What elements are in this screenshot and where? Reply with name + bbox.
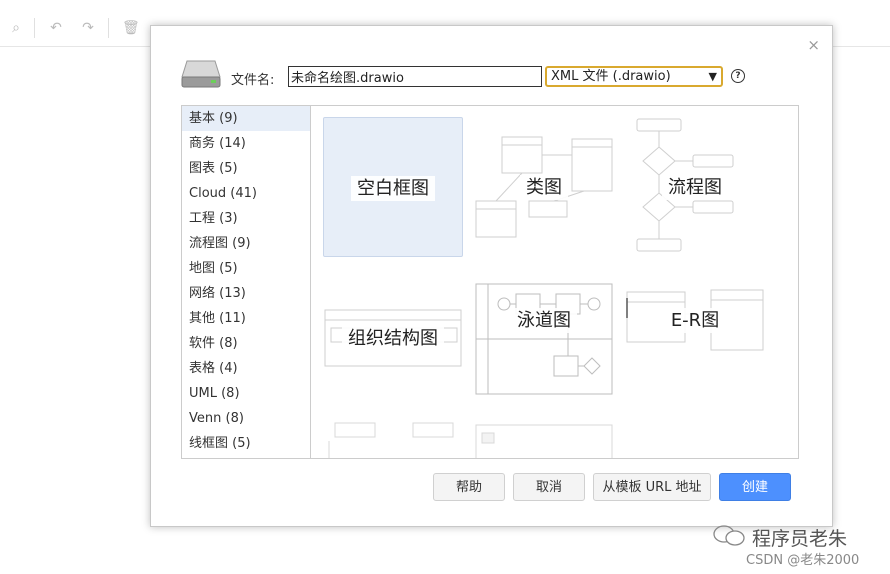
template-partial[interactable] [323,419,463,458]
help-icon[interactable]: ? [731,69,745,83]
cancel-button[interactable]: 取消 [513,473,585,501]
template-flowchart[interactable]: 流程图 [625,117,765,257]
filename-label: 文件名: [231,73,275,88]
template-label: 流程图 [662,175,728,200]
redo-icon[interactable]: ↷ [80,20,96,36]
category-list: 基本 (9) 商务 (14) 图表 (5) Cloud (41) 工程 (3) … [181,105,311,459]
create-button[interactable]: 创建 [719,473,791,501]
category-item[interactable]: 表格 (4) [182,356,311,381]
category-item[interactable]: 软件 (8) [182,331,311,356]
er-diagram-thumbnail [626,289,764,351]
category-item[interactable]: 网络 (13) [182,281,311,306]
watermark-credit: CSDN @老朱2000 [746,553,860,568]
template-partial[interactable] [474,419,614,458]
category-item[interactable]: Cloud (41) [182,181,311,206]
template-thumbnail-partial [328,422,454,458]
search-icon[interactable]: ⌕ [8,20,24,36]
toolbar-divider [108,18,109,38]
template-gallery: 空白框图 类图 流程图 组织结构图 泳道图 E-R图 [310,105,799,459]
help-button[interactable]: 帮助 [433,473,505,501]
category-item[interactable]: Venn (8) [182,406,311,431]
toolbar-divider [34,18,35,38]
category-item[interactable]: 线框图 (5) [182,431,311,456]
new-diagram-dialog: × 文件名: 未命名绘图.drawio XML 文件 (.drawio) ▼ ?… [150,25,833,527]
swimlane-thumbnail [475,283,613,395]
filetype-value: XML 文件 (.drawio) [551,69,671,84]
template-orgchart[interactable]: 组织结构图 [323,268,463,408]
template-label: 组织结构图 [342,326,444,351]
watermark-brand: 程序员老朱 [752,528,848,550]
template-label: 空白框图 [351,176,435,201]
drive-icon [181,60,221,88]
template-label: E-R图 [664,308,726,333]
template-er[interactable]: E-R图 [625,268,765,408]
category-item[interactable]: 地图 (5) [182,256,311,281]
template-thumbnail-partial [475,424,613,458]
from-url-button[interactable]: 从模板 URL 地址 [593,473,711,501]
category-item[interactable]: 流程图 (9) [182,231,311,256]
delete-icon[interactable]: 🗑 [122,20,140,36]
wechat-icon [713,525,745,546]
category-item[interactable]: 工程 (3) [182,206,311,231]
category-item[interactable]: 图表 (5) [182,156,311,181]
category-item[interactable]: UML (8) [182,381,311,406]
category-item[interactable]: 基本 (9) [182,106,311,131]
filename-input[interactable]: 未命名绘图.drawio [288,66,542,87]
template-swimlane[interactable]: 泳道图 [474,268,614,408]
template-label: 类图 [520,175,568,200]
chevron-down-icon: ▼ [708,70,717,83]
filetype-select[interactable]: XML 文件 (.drawio) ▼ [545,66,723,87]
category-item[interactable]: 其他 (11) [182,306,311,331]
close-icon[interactable]: × [807,36,820,54]
template-label: 泳道图 [511,308,577,333]
category-item[interactable]: 商务 (14) [182,131,311,156]
template-blank[interactable]: 空白框图 [323,117,463,257]
menu-bar [0,0,890,8]
undo-icon[interactable]: ↶ [48,20,64,36]
template-class[interactable]: 类图 [474,117,614,257]
